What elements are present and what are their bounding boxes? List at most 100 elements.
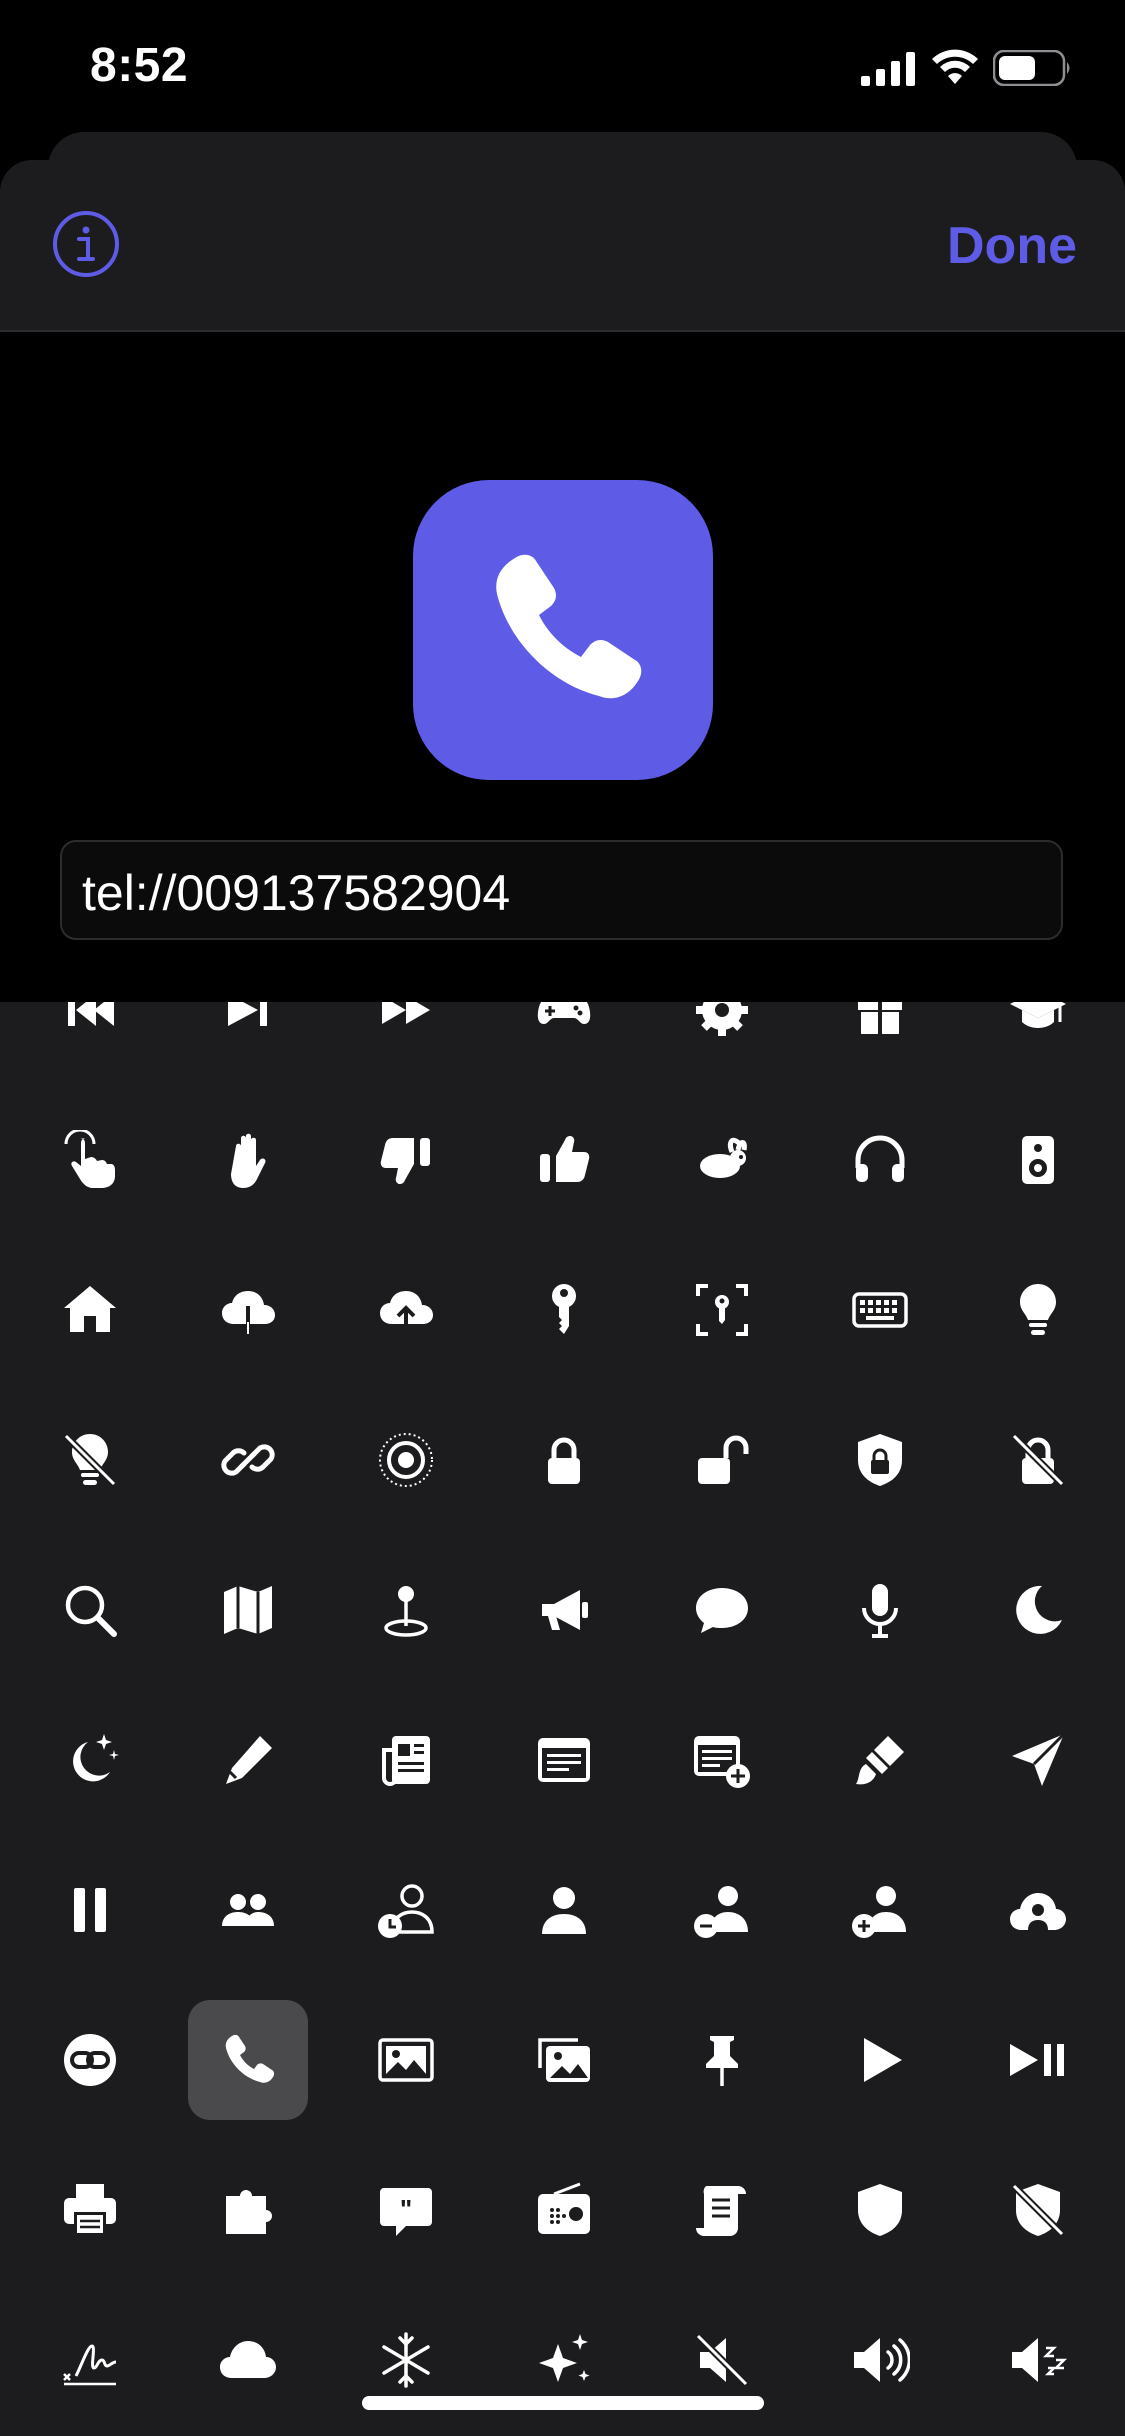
icon-option[interactable] bbox=[504, 1550, 624, 1670]
icon-option[interactable] bbox=[820, 1850, 940, 1970]
icon-option[interactable] bbox=[978, 1850, 1098, 1970]
icon-option[interactable] bbox=[978, 2000, 1098, 2120]
icon-option[interactable] bbox=[30, 2000, 150, 2120]
icon-option[interactable] bbox=[504, 1250, 624, 1370]
icon-option[interactable] bbox=[188, 1250, 308, 1370]
icon-option[interactable] bbox=[978, 1550, 1098, 1670]
gift-icon bbox=[850, 1002, 910, 1040]
icon-option[interactable] bbox=[188, 1002, 308, 1070]
home-indicator[interactable] bbox=[362, 2396, 764, 2410]
moon-icon bbox=[1008, 1580, 1068, 1640]
hifispeaker-icon bbox=[1008, 1130, 1068, 1190]
moon-stars-icon bbox=[60, 1730, 120, 1790]
icon-option[interactable] bbox=[30, 1850, 150, 1970]
icon-option[interactable] bbox=[30, 1100, 150, 1220]
icon-option[interactable] bbox=[978, 1250, 1098, 1370]
icon-option[interactable] bbox=[188, 1550, 308, 1670]
icon-option[interactable] bbox=[820, 2000, 940, 2120]
house-icon bbox=[60, 1280, 120, 1340]
photo-icon bbox=[376, 2030, 436, 2090]
info-circle-icon[interactable] bbox=[52, 210, 120, 278]
lock-shield-icon bbox=[850, 1430, 910, 1490]
radio-icon bbox=[534, 2180, 594, 2240]
icon-option[interactable] bbox=[662, 1400, 782, 1520]
icon-option[interactable] bbox=[30, 1002, 150, 1070]
url-input[interactable]: tel://009137582904 bbox=[60, 840, 1063, 940]
icon-option[interactable] bbox=[30, 1400, 150, 1520]
icon-option[interactable] bbox=[188, 2000, 308, 2120]
icon-option[interactable] bbox=[346, 1250, 466, 1370]
quote-bubble-icon bbox=[376, 2180, 436, 2240]
status-bar: 8:52 bbox=[0, 0, 1125, 140]
icon-option[interactable] bbox=[662, 1550, 782, 1670]
link-circle-icon bbox=[60, 2030, 120, 2090]
hand-point-icon bbox=[60, 1130, 120, 1190]
icon-option[interactable] bbox=[820, 1100, 940, 1220]
magnifyingglass-icon bbox=[60, 1580, 120, 1640]
play-icon bbox=[850, 2030, 910, 2090]
icon-option[interactable] bbox=[662, 1100, 782, 1220]
icon-option[interactable] bbox=[188, 1700, 308, 1820]
icon-option[interactable] bbox=[662, 1850, 782, 1970]
icon-option[interactable] bbox=[346, 1400, 466, 1520]
icon-option[interactable] bbox=[188, 2150, 308, 2270]
icon-option[interactable] bbox=[346, 2000, 466, 2120]
cellular-signal-icon bbox=[861, 52, 915, 86]
done-button[interactable]: Done bbox=[947, 216, 1077, 276]
sparkles-icon bbox=[534, 2330, 594, 2390]
icon-option[interactable] bbox=[188, 1400, 308, 1520]
icon-option[interactable] bbox=[504, 1850, 624, 1970]
mic-icon bbox=[850, 1580, 910, 1640]
icon-option[interactable] bbox=[504, 1400, 624, 1520]
icon-option[interactable] bbox=[662, 1002, 782, 1070]
icon-option[interactable] bbox=[346, 1700, 466, 1820]
icon-option[interactable] bbox=[188, 1850, 308, 1970]
icon-option[interactable] bbox=[346, 1850, 466, 1970]
icon-option[interactable] bbox=[662, 2150, 782, 2270]
icon-option[interactable] bbox=[820, 1700, 940, 1820]
icon-option[interactable] bbox=[820, 2150, 940, 2270]
speaker-zzz-icon bbox=[1008, 2330, 1068, 2390]
shield-icon bbox=[850, 2180, 910, 2240]
icon-option[interactable] bbox=[30, 1700, 150, 1820]
icon-option[interactable] bbox=[978, 1002, 1098, 1070]
link-icon bbox=[218, 1430, 278, 1490]
person-icon bbox=[534, 1880, 594, 1940]
icon-option[interactable] bbox=[30, 2150, 150, 2270]
icon-option[interactable] bbox=[30, 2300, 150, 2420]
icon-option[interactable] bbox=[188, 1100, 308, 1220]
icon-option[interactable] bbox=[346, 1550, 466, 1670]
icon-option[interactable] bbox=[978, 2300, 1098, 2420]
icon-option[interactable] bbox=[30, 1550, 150, 1670]
phone-icon bbox=[496, 554, 642, 699]
phone-icon bbox=[218, 2030, 278, 2090]
battery-icon bbox=[993, 50, 1070, 86]
url-input-value: tel://009137582904 bbox=[82, 865, 511, 921]
icon-option[interactable] bbox=[978, 1700, 1098, 1820]
icon-option[interactable] bbox=[662, 1700, 782, 1820]
icon-option[interactable] bbox=[820, 2300, 940, 2420]
icon-option[interactable] bbox=[30, 1250, 150, 1370]
icon-option[interactable] bbox=[662, 2000, 782, 2120]
paperplane-icon bbox=[1008, 1730, 1068, 1790]
icon-option[interactable] bbox=[662, 1250, 782, 1370]
icon-option[interactable] bbox=[504, 2150, 624, 2270]
icon-option[interactable] bbox=[978, 1400, 1098, 1520]
icon-option[interactable] bbox=[504, 1100, 624, 1220]
paintbrush-icon bbox=[850, 1730, 910, 1790]
icon-option[interactable] bbox=[188, 2300, 308, 2420]
icon-option[interactable] bbox=[978, 1100, 1098, 1220]
icon-option[interactable] bbox=[504, 1700, 624, 1820]
icon-option[interactable] bbox=[504, 1002, 624, 1070]
icon-option[interactable] bbox=[978, 2150, 1098, 2270]
icon-option[interactable] bbox=[820, 1550, 940, 1670]
icon-option[interactable] bbox=[820, 1400, 940, 1520]
icon-option[interactable] bbox=[820, 1250, 940, 1370]
icon-option[interactable] bbox=[346, 1002, 466, 1070]
gear-icon bbox=[692, 1002, 752, 1040]
icon-option[interactable] bbox=[346, 2150, 466, 2270]
icon-option[interactable] bbox=[820, 1002, 940, 1070]
icon-option[interactable] bbox=[346, 1100, 466, 1220]
icloud-upload-icon bbox=[376, 1280, 436, 1340]
icon-option[interactable] bbox=[504, 2000, 624, 2120]
